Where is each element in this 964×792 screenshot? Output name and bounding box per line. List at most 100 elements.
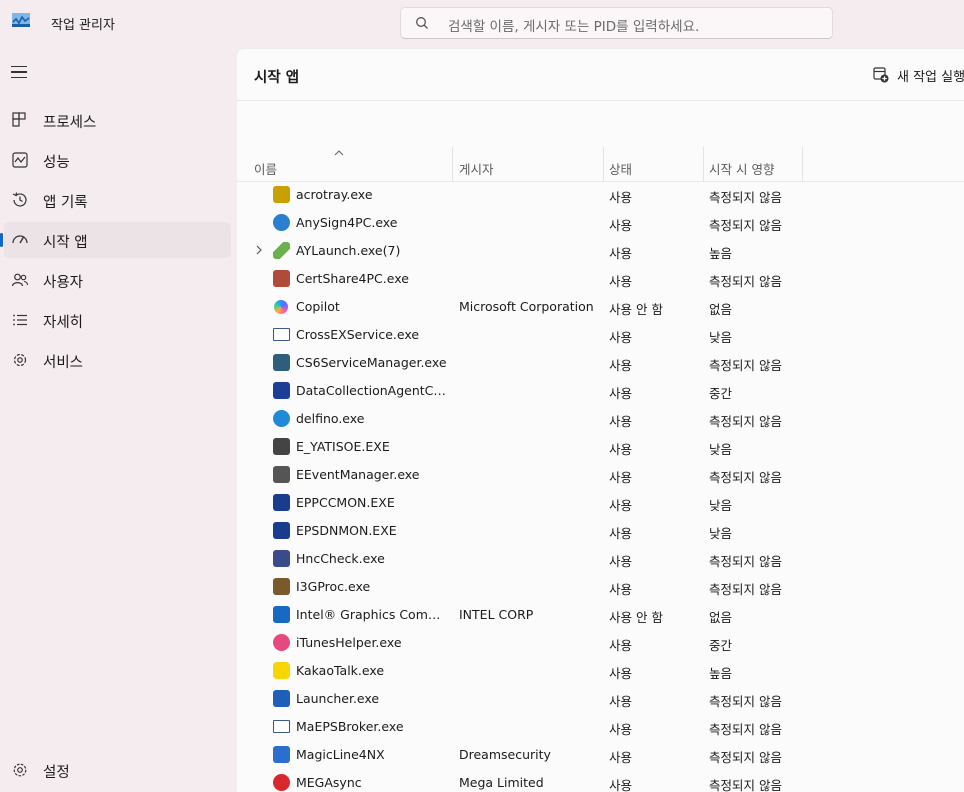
sidebar-item-details[interactable]: 자세히 [4,302,231,338]
table-row[interactable]: E_YATISOE.EXE 사용 낮음 [237,433,964,461]
table-row[interactable]: acrotray.exe 사용 측정되지 않음 [237,181,964,209]
sidebar-item-performance[interactable]: 성능 [4,142,231,178]
startup-app-name: MagicLine4NX [296,747,385,762]
table-row[interactable]: MagicLine4NX Dreamsecurity 사용 측정되지 않음 [237,741,964,769]
impact-cell: 측정되지 않음 [709,358,782,373]
sidebar-item-startup-apps[interactable]: 시작 앱 [0,222,231,258]
table-row[interactable]: I3GProc.exe 사용 측정되지 않음 [237,573,964,601]
table-row[interactable]: Launcher.exe 사용 측정되지 않음 [237,685,964,713]
epsdnmon-icon [273,522,290,539]
sidebar-item-settings[interactable]: 설정 [4,752,231,788]
sidebar-item-users[interactable]: 사용자 [4,262,231,298]
app-title: 작업 관리자 [51,18,115,33]
startup-app-name: delfino.exe [296,411,365,426]
table-row[interactable]: Intel® Graphics Comman... INTEL CORP 사용 안 … [237,601,964,629]
sidebar-item-services[interactable]: 서비스 [4,342,231,378]
column-separator[interactable] [603,147,604,181]
table-row[interactable]: EEventManager.exe 사용 측정되지 않음 [237,461,964,489]
startup-app-name: E_YATISOE.EXE [296,439,390,454]
sidebar-item-processes[interactable]: 프로세스 [4,102,231,138]
status-cell: 사용 [609,750,633,765]
datacollection-icon [273,382,290,399]
table-row[interactable]: delfino.exe 사용 측정되지 않음 [237,405,964,433]
search-input[interactable]: 검색할 이름, 게시자 또는 PID를 입력하세요. [448,15,699,35]
itunes-icon [273,634,290,651]
table-row[interactable]: CS6ServiceManager.exe 사용 측정되지 않음 [237,349,964,377]
impact-cell: 낮음 [709,442,733,457]
launcher-icon [273,690,290,707]
status-cell: 사용 [609,778,633,792]
gear-icon [13,763,27,777]
sidebar-item-label: 자세히 [43,315,84,331]
column-separator[interactable] [703,147,704,181]
table-row[interactable]: AYLaunch.exe(7) 사용 높음 [237,237,964,265]
table-row[interactable]: MEGAsync Mega Limited 사용 측정되지 않음 [237,769,964,792]
column-separator[interactable] [452,147,453,181]
column-header-name[interactable]: 이름 [254,159,277,178]
table-row[interactable]: EPPCCMON.EXE 사용 낮음 [237,489,964,517]
sidebar-item-app-history[interactable]: 앱 기록 [4,182,231,218]
status-cell: 사용 [609,442,633,457]
task-manager-icon [12,13,30,27]
status-cell: 사용 [609,274,633,289]
table-row[interactable]: MaEPSBroker.exe 사용 측정되지 않음 [237,713,964,741]
table-row[interactable]: HncCheck.exe 사용 측정되지 않음 [237,545,964,573]
impact-cell: 중간 [709,638,733,653]
users-icon [11,273,29,287]
search-box[interactable]: 검색할 이름, 게시자 또는 PID를 입력하세요. [400,7,833,39]
impact-cell: 없음 [709,302,733,317]
certshare-icon [273,270,290,287]
impact-cell: 낮음 [709,526,733,541]
impact-cell: 없음 [709,610,733,625]
main-panel: 시작 앱 새 작업 실행 이름 게시자 상태 시작 시 영향 acrotray.… [236,48,964,792]
table-row[interactable]: Copilot Microsoft Corporation 사용 안 함 없음 [237,293,964,321]
impact-cell: 측정되지 않음 [709,470,782,485]
sidebar: 프로세스 성능 앱 기록 시작 앱 사용자 자세히 서비스 설정 [0,48,236,792]
performance-icon [12,152,28,168]
sort-ascending-icon[interactable] [334,150,344,156]
impact-cell: 측정되지 않음 [709,750,782,765]
status-cell: 사용 안 함 [609,302,663,317]
impact-cell: 측정되지 않음 [709,582,782,597]
app-history-icon [12,192,27,207]
impact-cell: 중간 [709,386,733,401]
processes-icon [12,112,26,127]
active-indicator [0,233,3,247]
services-icon [13,353,27,367]
run-task-label: 새 작업 실행 [897,70,964,85]
details-icon [13,314,27,326]
settings-label: 설정 [43,765,70,781]
startup-app-name: AnySign4PC.exe [296,215,398,230]
menu-icon[interactable] [11,66,27,80]
startup-app-name: MaEPSBroker.exe [296,719,404,734]
status-cell: 사용 [609,694,633,709]
table-row[interactable]: AnySign4PC.exe 사용 측정되지 않음 [237,209,964,237]
sidebar-item-label: 성능 [43,155,70,171]
startup-app-name: CrossEXService.exe [296,327,420,342]
table-row[interactable]: EPSDNMON.EXE 사용 낮음 [237,517,964,545]
column-header-impact[interactable]: 시작 시 영향 [709,159,774,178]
magicline-icon [273,746,290,763]
scanner-icon [273,466,290,483]
sidebar-item-label: 사용자 [43,275,84,291]
startup-app-name: iTunesHelper.exe [296,635,402,650]
table-row[interactable]: KakaoTalk.exe 사용 높음 [237,657,964,685]
publisher-cell: INTEL CORP [459,607,534,622]
column-separator[interactable] [802,147,803,181]
startup-app-name: Intel® Graphics Comman... [296,607,448,622]
status-cell: 사용 [609,386,633,401]
column-header-publisher[interactable]: 게시자 [459,159,494,178]
publisher-cell: Dreamsecurity [459,747,551,762]
startup-app-name: I3GProc.exe [296,579,371,594]
intel-icon [273,606,290,623]
status-cell: 사용 [609,638,633,653]
table-row[interactable]: CertShare4PC.exe 사용 측정되지 않음 [237,265,964,293]
table-row[interactable]: DataCollectionAgentContr... 사용 중간 [237,377,964,405]
chevron-right-icon[interactable] [255,245,263,255]
table-row[interactable]: iTunesHelper.exe 사용 중간 [237,629,964,657]
table-row[interactable]: CrossEXService.exe 사용 낮음 [237,321,964,349]
column-header-status[interactable]: 상태 [609,159,632,178]
window-icon [273,328,290,341]
startup-app-name: acrotray.exe [296,187,373,202]
status-cell: 사용 안 함 [609,610,663,625]
